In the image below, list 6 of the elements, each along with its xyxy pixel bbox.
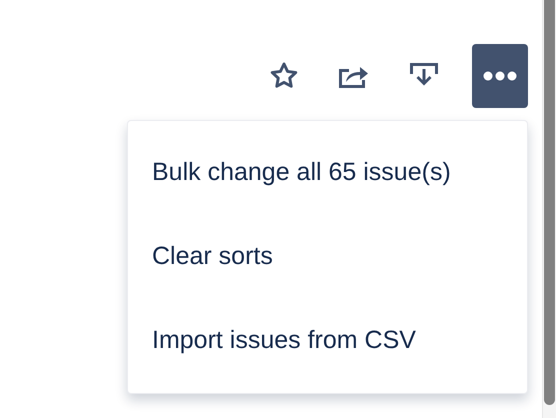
menu-item[interactable]: Clear sorts [128, 215, 527, 299]
menu-item[interactable]: Import issues from CSV [128, 299, 527, 383]
scrollbar-thumb[interactable] [544, 0, 555, 405]
more-icon [483, 71, 517, 81]
menu-item[interactable]: Bulk change all 65 issue(s) [128, 131, 527, 215]
more-button[interactable] [472, 44, 528, 108]
